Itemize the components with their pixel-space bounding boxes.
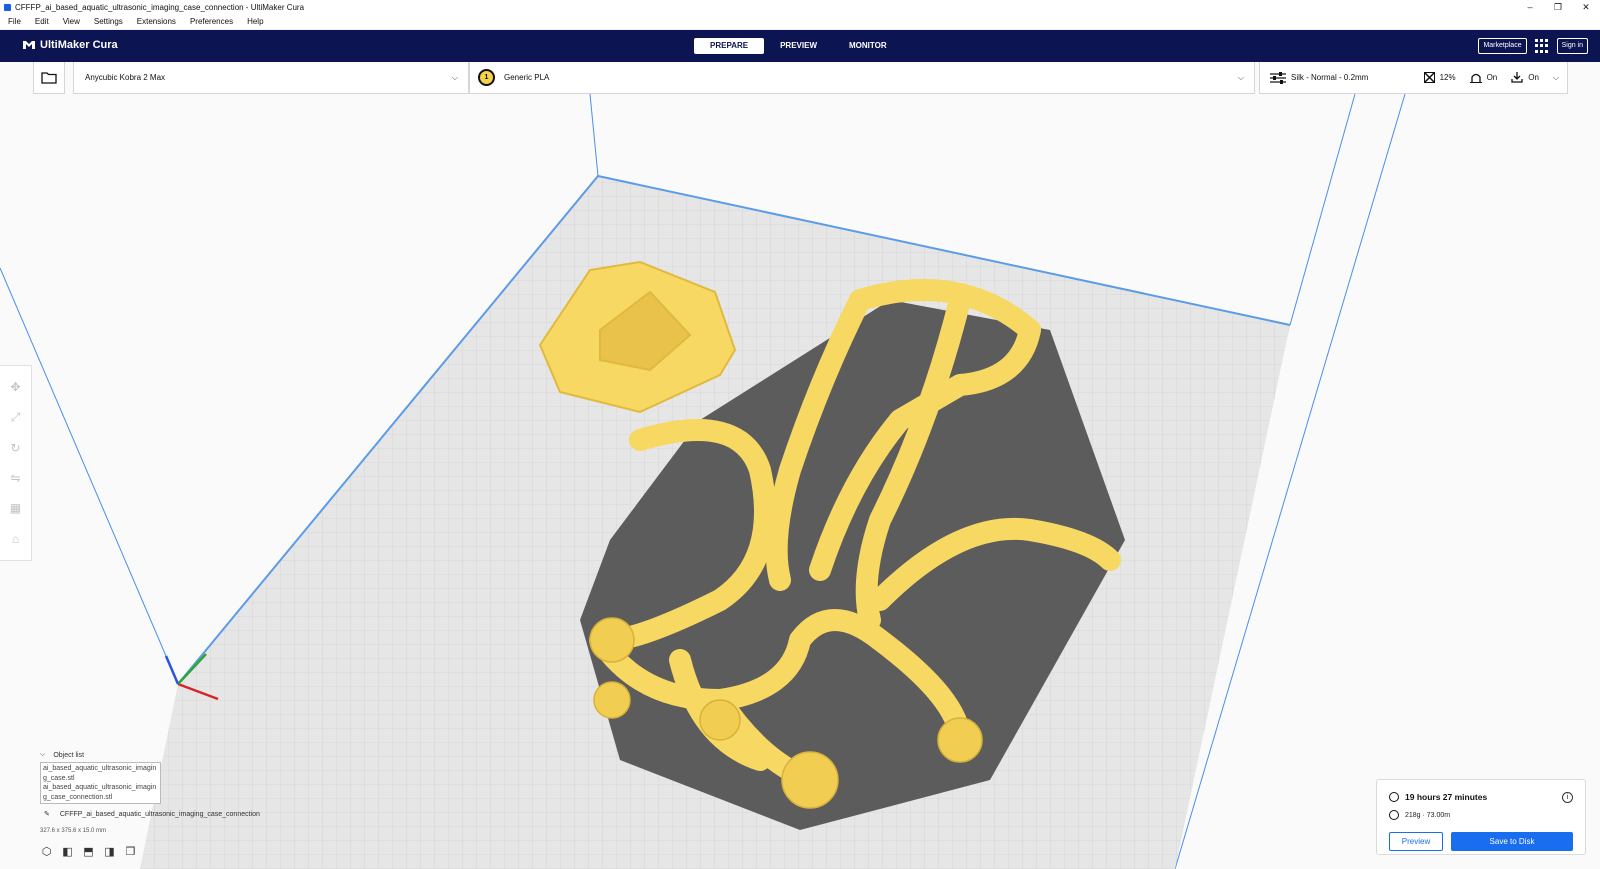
printer-selector[interactable]: Anycubic Kobra 2 Max ⌵	[73, 62, 469, 94]
print-time: 19 hours 27 minutes	[1405, 792, 1488, 802]
tab-monitor[interactable]: MONITOR	[833, 38, 903, 54]
sign-in-button[interactable]: Sign in	[1556, 38, 1588, 54]
infill-value: 12%	[1439, 73, 1456, 82]
tab-prepare[interactable]: PREPARE	[694, 38, 765, 54]
info-icon[interactable]: i	[1562, 792, 1573, 803]
menu-file[interactable]: File	[8, 17, 21, 26]
tab-preview[interactable]: PREVIEW	[764, 38, 833, 54]
window-title-bar: CFFFP_ai_based_aquatic_ultrasonic_imagin…	[0, 0, 1600, 14]
save-to-disk-button[interactable]: Save to Disk	[1451, 832, 1573, 851]
material-usage: 218g · 73.00m	[1405, 811, 1451, 819]
support-icon	[1469, 73, 1482, 83]
scale-tool-icon[interactable]: ⤢	[8, 409, 24, 425]
apps-grid-icon[interactable]	[1534, 39, 1549, 53]
brand-name: UltiMaker Cura	[40, 39, 118, 51]
window-title: CFFFP_ai_based_aquatic_ultrasonic_imagin…	[15, 2, 305, 12]
left-view-icon[interactable]: ◨	[103, 846, 116, 859]
cura-app-icon	[4, 3, 11, 11]
chevron-down-icon[interactable]: ⌵	[40, 751, 45, 759]
move-tool-icon[interactable]: ✥	[8, 379, 24, 395]
job-name-row: ✎ CFFFP_ai_based_aquatic_ultrasonic_imag…	[44, 810, 260, 819]
edit-pencil-icon[interactable]: ✎	[44, 810, 50, 818]
ultimaker-logo: UltiMaker Cura	[22, 39, 118, 51]
mirror-tool-icon[interactable]: ⇋	[8, 470, 24, 486]
build-volume-scene[interactable]	[0, 94, 1600, 869]
list-item[interactable]: ai_based_aquatic_ultrasonic_imagin g_cas…	[43, 783, 158, 802]
spool-icon	[1389, 810, 1399, 820]
adhesion-icon	[1511, 72, 1523, 83]
3d-view-icon[interactable]: ⬡	[40, 846, 53, 859]
object-list: ai_based_aquatic_ultrasonic_imagin g_cas…	[40, 762, 161, 804]
ultimaker-mark-icon	[23, 41, 35, 49]
sliders-icon	[1270, 71, 1286, 84]
material-name: Generic PLA	[504, 73, 550, 82]
preview-button[interactable]: Preview	[1389, 832, 1443, 851]
menu-edit[interactable]: Edit	[35, 17, 49, 26]
job-name: CFFFP_ai_based_aquatic_ultrasonic_imagin…	[59, 810, 260, 818]
object-list-header[interactable]: Object list	[53, 752, 84, 759]
infill-icon	[1423, 72, 1435, 83]
print-output-panel: 19 hours 27 minutes 218g · 73.00m i Prev…	[1376, 779, 1586, 855]
open-file-button[interactable]	[33, 62, 65, 94]
support-value: On	[1486, 73, 1498, 82]
chevron-down-icon: ⌵	[1237, 72, 1244, 82]
close-button[interactable]: ✕	[1572, 0, 1600, 14]
support-blocker-icon[interactable]: ⌂	[8, 531, 24, 547]
rotate-tool-icon[interactable]: ↻	[8, 440, 24, 456]
right-view-icon[interactable]: ❒	[124, 846, 137, 859]
chevron-down-icon: ⌵	[1552, 72, 1559, 82]
chevron-down-icon: ⌵	[451, 72, 458, 82]
menu-view[interactable]: View	[63, 17, 80, 26]
model-dimensions: 327.6 x 375.6 x 15.0 mm	[40, 828, 107, 834]
camera-view-buttons: ⬡ ◧ ⬒ ◨ ❒	[40, 846, 137, 859]
printer-name: Anycubic Kobra 2 Max	[85, 73, 166, 82]
material-selector[interactable]: 1 Generic PLA ⌵	[469, 62, 1255, 94]
list-item[interactable]: ai_based_aquatic_ultrasonic_imagin g_cas…	[43, 764, 158, 783]
object-list-panel: ⌵ Object list ai_based_aquatic_ultrasoni…	[40, 751, 161, 804]
clock-icon	[1389, 792, 1399, 802]
marketplace-button[interactable]: Marketplace	[1478, 38, 1527, 54]
menu-help[interactable]: Help	[247, 17, 263, 26]
minimize-button[interactable]: –	[1516, 0, 1544, 14]
restore-button[interactable]: ❐	[1544, 0, 1572, 14]
profile-name: Silk - Normal - 0.2mm	[1291, 73, 1369, 82]
front-view-icon[interactable]: ◧	[61, 846, 74, 859]
adhesion-value: On	[1528, 73, 1539, 82]
extruder-badge: 1	[478, 69, 495, 86]
menu-bar: File Edit View Settings Extensions Prefe…	[0, 14, 1600, 30]
print-settings-selector[interactable]: Silk - Normal - 0.2mm 12% On On ⌵	[1259, 62, 1568, 94]
top-view-icon[interactable]: ⬒	[82, 846, 95, 859]
per-model-settings-icon[interactable]: ▦	[8, 500, 24, 516]
menu-settings[interactable]: Settings	[94, 17, 123, 26]
app-header: UltiMaker Cura PREPARE PREVIEW MONITOR M…	[0, 30, 1600, 62]
folder-icon	[41, 72, 57, 84]
3d-viewport[interactable]	[0, 94, 1600, 869]
menu-preferences[interactable]: Preferences	[190, 17, 233, 26]
menu-extensions[interactable]: Extensions	[137, 17, 176, 26]
tool-panel: ✥ ⤢ ↻ ⇋ ▦ ⌂	[0, 365, 32, 561]
